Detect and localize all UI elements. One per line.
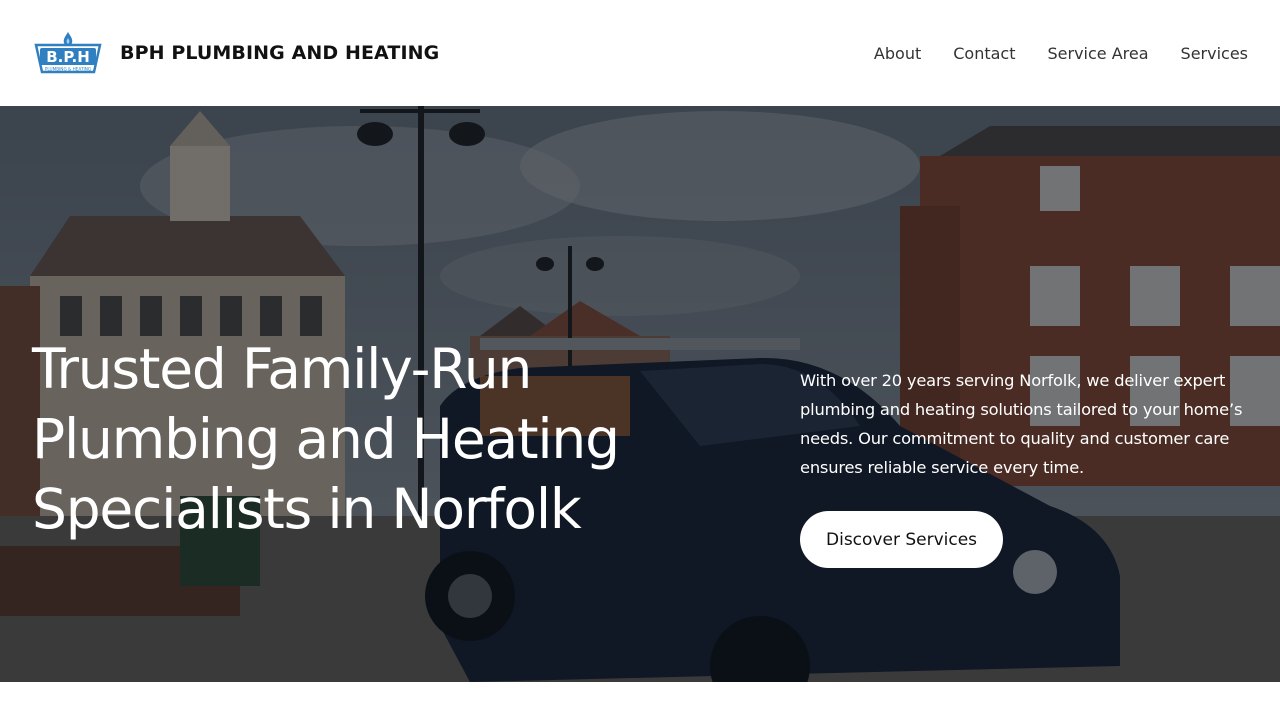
site-header: B.P.H PLUMBING & HEATING BPH PLUMBING AN…	[0, 0, 1280, 106]
nav-service-area[interactable]: Service Area	[1047, 44, 1148, 63]
discover-services-button[interactable]: Discover Services	[800, 511, 1004, 568]
nav-about[interactable]: About	[874, 44, 921, 63]
brand-link[interactable]: B.P.H PLUMBING & HEATING BPH PLUMBING AN…	[32, 30, 439, 76]
nav-contact[interactable]: Contact	[953, 44, 1015, 63]
nav-services[interactable]: Services	[1181, 44, 1248, 63]
svg-text:PLUMBING & HEATING: PLUMBING & HEATING	[45, 67, 91, 72]
hero-section: Trusted Family-Run Plumbing and Heating …	[0, 106, 1280, 682]
hero-title: Trusted Family-Run Plumbing and Heating …	[32, 334, 712, 544]
hero-title-line-1: Trusted Family-Run	[32, 337, 532, 401]
site-title: BPH PLUMBING AND HEATING	[120, 42, 440, 64]
hero-description: With over 20 years serving Norfolk, we d…	[800, 371, 1243, 477]
page-content-start	[0, 682, 1280, 720]
main-nav: About Contact Service Area Services	[874, 44, 1248, 63]
bph-logo-icon: B.P.H PLUMBING & HEATING	[34, 32, 102, 74]
hero-title-line-2: Plumbing and Heating	[32, 407, 620, 471]
svg-text:B.P.H: B.P.H	[46, 48, 90, 66]
hero-title-line-3: Specialists in Norfolk	[32, 477, 582, 541]
